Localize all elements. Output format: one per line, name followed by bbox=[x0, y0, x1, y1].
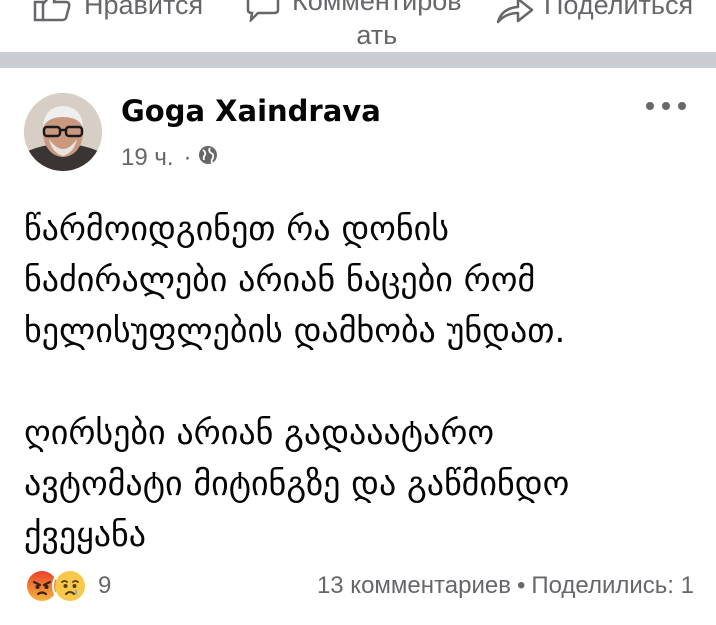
comment-label: Комментиров ать bbox=[292, 0, 462, 52]
post-stats: 13 комментариев • Поделились: 1 bbox=[317, 572, 694, 600]
post-line: ხელისუფლების დამხობა უნდათ. bbox=[24, 311, 566, 351]
stats-separator: • bbox=[516, 572, 526, 599]
more-dot bbox=[678, 102, 686, 110]
like-button[interactable]: Нравится bbox=[32, 0, 203, 28]
share-label: Поделиться bbox=[544, 0, 694, 20]
more-dot bbox=[662, 102, 670, 110]
post-line: ღირსები არიან გადააატარო bbox=[24, 413, 495, 453]
comment-icon bbox=[244, 0, 280, 28]
post-body: წარმოიდგინეთ რა დონის ნაძირალები არიან ნ… bbox=[24, 204, 694, 561]
more-options-icon[interactable] bbox=[646, 94, 686, 118]
post-line: ქვეყანა bbox=[24, 515, 147, 555]
post-meta: 19 ч. · bbox=[121, 144, 218, 172]
comment-label-line2: ать bbox=[356, 20, 398, 50]
like-label: Нравится bbox=[84, 0, 204, 20]
share-arrow-icon bbox=[496, 0, 534, 30]
author-name[interactable]: Goga Xaindrava bbox=[121, 94, 381, 128]
shares-count[interactable]: Поделились: 1 bbox=[531, 572, 694, 599]
post-line: წარმოიდგინეთ რა დონის bbox=[24, 209, 450, 249]
share-button[interactable]: Поделиться bbox=[496, 0, 693, 30]
post-action-bar: Нравится Комментиров ать Поделиться bbox=[0, 0, 716, 52]
sad-reaction-icon bbox=[52, 568, 88, 604]
author-avatar[interactable] bbox=[24, 93, 102, 171]
post-card: Goga Xaindrava 19 ч. · წარმოიდგინეთ რა დ… bbox=[0, 68, 716, 625]
comments-count[interactable]: 13 комментариев bbox=[317, 572, 511, 599]
thumbs-up-icon bbox=[32, 0, 72, 28]
globe-icon bbox=[198, 144, 218, 172]
more-dot bbox=[646, 102, 654, 110]
post-time[interactable]: 19 ч. bbox=[121, 144, 174, 172]
post-line: ავტომატი მიტინგზე და გაწმინდო bbox=[24, 464, 570, 504]
comment-button[interactable]: Комментиров ать bbox=[244, 0, 462, 52]
meta-separator: · bbox=[183, 144, 192, 171]
reactions-summary[interactable]: 9 bbox=[24, 568, 111, 604]
post-line: ნაძირალები არიან ნაცები რომ bbox=[24, 260, 536, 300]
comment-label-line1: Комментиров bbox=[292, 0, 462, 16]
reaction-count: 9 bbox=[98, 572, 112, 599]
feed-separator bbox=[0, 52, 716, 68]
